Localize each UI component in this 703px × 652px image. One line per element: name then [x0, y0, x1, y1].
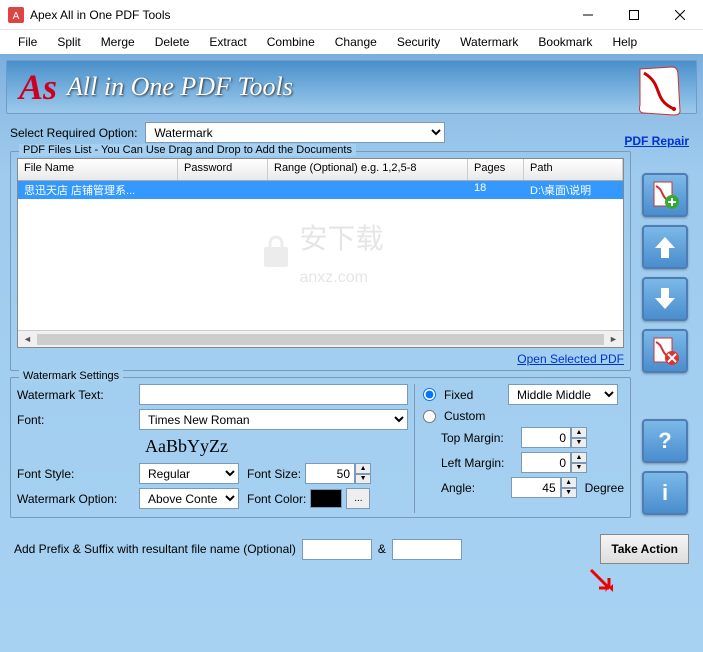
position-custom-radio[interactable]: [423, 410, 436, 423]
top-margin-stepper[interactable]: ▲▼: [521, 427, 587, 448]
col-password[interactable]: Password: [178, 159, 268, 180]
app-icon: A: [8, 7, 24, 23]
watermark-settings-group: Watermark Settings Watermark Text: Font:…: [10, 377, 631, 518]
prefix-suffix-label: Add Prefix & Suffix with resultant file …: [14, 542, 296, 556]
col-filename[interactable]: File Name: [18, 159, 178, 180]
help-button[interactable]: ?: [642, 419, 688, 463]
pdf-remove-icon: [650, 336, 680, 366]
font-style-dropdown[interactable]: Regular: [139, 463, 239, 484]
font-color-more-button[interactable]: ...: [346, 488, 370, 509]
position-fixed-radio[interactable]: [423, 388, 436, 401]
minimize-button[interactable]: [565, 0, 611, 30]
select-option-dropdown[interactable]: Watermark: [145, 122, 445, 143]
angle-label: Angle:: [441, 481, 507, 495]
info-icon: i: [653, 481, 677, 505]
font-dropdown[interactable]: Times New Roman: [139, 409, 408, 430]
pdf-add-icon: [650, 180, 680, 210]
font-preview: AaBbYyZz: [139, 434, 234, 459]
menubar: File Split Merge Delete Extract Combine …: [0, 30, 703, 54]
ampersand-label: &: [378, 542, 386, 556]
degree-label: Degree: [585, 481, 624, 495]
maximize-button[interactable]: [611, 0, 657, 30]
font-size-label: Font Size:: [247, 467, 301, 481]
svg-text:A: A: [13, 11, 20, 22]
svg-text:?: ?: [658, 429, 671, 453]
open-selected-pdf-link[interactable]: Open Selected PDF: [517, 352, 624, 366]
spin-up-icon[interactable]: ▲: [355, 463, 371, 474]
move-down-button[interactable]: [642, 277, 688, 321]
titlebar: A Apex All in One PDF Tools: [0, 0, 703, 30]
font-label: Font:: [17, 413, 135, 427]
font-color-swatch[interactable]: [310, 489, 342, 508]
col-range[interactable]: Range (Optional) e.g. 1,2,5-8: [268, 159, 468, 180]
col-path[interactable]: Path: [524, 159, 623, 180]
banner: As All in One PDF Tools: [6, 60, 697, 114]
top-margin-label: Top Margin:: [441, 431, 517, 445]
table-row[interactable]: 思迅天店 店铺管理系... 18 D:\桌面\说明: [18, 181, 623, 199]
suffix-input[interactable]: [392, 539, 462, 560]
menu-security[interactable]: Security: [387, 32, 450, 52]
banner-logo: As: [19, 66, 57, 108]
menu-split[interactable]: Split: [47, 32, 90, 52]
move-up-button[interactable]: [642, 225, 688, 269]
arrow-up-icon: [652, 234, 678, 260]
menu-combine[interactable]: Combine: [257, 32, 325, 52]
window-title: Apex All in One PDF Tools: [30, 8, 565, 22]
menu-file[interactable]: File: [8, 32, 47, 52]
left-margin-label: Left Margin:: [441, 456, 517, 470]
question-icon: ?: [653, 429, 677, 453]
angle-stepper[interactable]: ▲▼: [511, 477, 577, 498]
menu-delete[interactable]: Delete: [145, 32, 200, 52]
arrow-down-icon: [652, 286, 678, 312]
menu-watermark[interactable]: Watermark: [450, 32, 528, 52]
table-header: File Name Password Range (Optional) e.g.…: [18, 159, 623, 181]
watermark-overlay: 安下载anxz.com: [257, 217, 383, 289]
menu-extract[interactable]: Extract: [199, 32, 256, 52]
watermark-legend: Watermark Settings: [19, 370, 123, 382]
watermark-text-label: Watermark Text:: [17, 388, 135, 402]
spin-down-icon[interactable]: ▼: [355, 474, 371, 485]
watermark-option-dropdown[interactable]: Above Content: [139, 488, 239, 509]
watermark-text-input[interactable]: [139, 384, 408, 405]
col-pages[interactable]: Pages: [468, 159, 524, 180]
scroll-left-icon[interactable]: ◄: [20, 332, 35, 347]
menu-help[interactable]: Help: [602, 32, 647, 52]
fixed-label: Fixed: [444, 388, 504, 402]
fixed-position-dropdown[interactable]: Middle Middle: [508, 384, 618, 405]
pdf-paper-icon: [634, 65, 686, 117]
menu-bookmark[interactable]: Bookmark: [528, 32, 602, 52]
files-list-legend: PDF Files List - You Can Use Drag and Dr…: [19, 144, 356, 156]
take-action-button[interactable]: Take Action: [600, 534, 689, 564]
pdf-repair-link[interactable]: PDF Repair: [624, 134, 689, 148]
watermark-option-label: Watermark Option:: [17, 492, 135, 506]
files-table[interactable]: File Name Password Range (Optional) e.g.…: [17, 158, 624, 348]
files-list-group: PDF Files List - You Can Use Drag and Dr…: [10, 151, 631, 371]
prefix-input[interactable]: [302, 539, 372, 560]
banner-text: All in One PDF Tools: [67, 72, 293, 102]
close-button[interactable]: [657, 0, 703, 30]
select-option-label: Select Required Option:: [10, 126, 137, 140]
scroll-right-icon[interactable]: ►: [606, 332, 621, 347]
menu-merge[interactable]: Merge: [91, 32, 145, 52]
menu-change[interactable]: Change: [325, 32, 387, 52]
info-button[interactable]: i: [642, 471, 688, 515]
font-color-label: Font Color:: [247, 492, 306, 506]
custom-label: Custom: [444, 409, 485, 423]
remove-file-button[interactable]: [642, 329, 688, 373]
scroll-thumb[interactable]: [37, 334, 604, 345]
add-file-button[interactable]: [642, 173, 688, 217]
svg-text:i: i: [662, 481, 668, 505]
font-size-stepper[interactable]: ▲▼: [305, 463, 371, 484]
font-style-label: Font Style:: [17, 467, 135, 481]
left-margin-stepper[interactable]: ▲▼: [521, 452, 587, 473]
content-area: As All in One PDF Tools PDF Repair Selec…: [0, 54, 703, 652]
horizontal-scrollbar[interactable]: ◄ ►: [18, 330, 623, 347]
